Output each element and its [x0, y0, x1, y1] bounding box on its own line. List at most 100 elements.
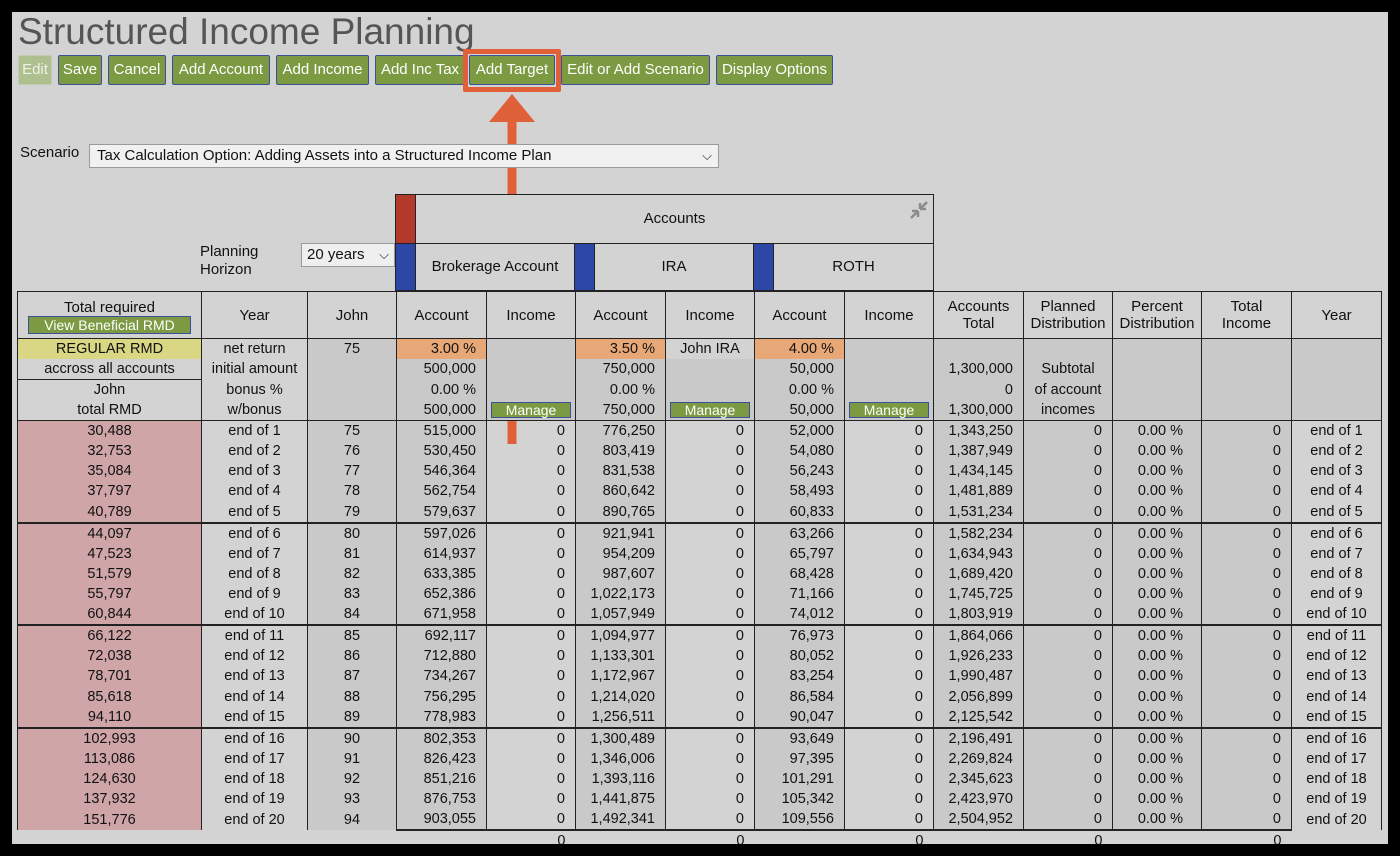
- percent-distribution-value[interactable]: 0.00 %: [1112, 748, 1202, 769]
- planned-distribution-header: Planned Distribution: [1023, 291, 1113, 339]
- john-age: 82: [307, 563, 397, 584]
- planned-distribution-value[interactable]: 0: [1023, 543, 1113, 564]
- totals-row: 0 0 0 0 0: [18, 829, 1382, 844]
- brokerage-income-value: 0: [486, 666, 576, 687]
- planned-distribution-value[interactable]: 0: [1023, 624, 1113, 647]
- planned-distribution-value[interactable]: 0: [1023, 748, 1113, 769]
- planned-distribution-value[interactable]: 0: [1023, 768, 1113, 790]
- collapse-icon[interactable]: [907, 198, 931, 222]
- ira-income-value: 0: [665, 666, 755, 687]
- planned-distribution-value[interactable]: 0: [1023, 481, 1113, 502]
- percent-distribution-value[interactable]: 0.00 %: [1112, 543, 1202, 564]
- percent-distribution-value[interactable]: 0.00 %: [1112, 686, 1202, 707]
- planning-horizon-select[interactable]: 20 years ⌵: [301, 243, 395, 267]
- add-income-button[interactable]: Add Income: [276, 55, 369, 85]
- brokerage-income-value: 0: [486, 583, 576, 605]
- percent-distribution-value[interactable]: 0.00 %: [1112, 521, 1202, 544]
- total-income-header: Total Income: [1201, 291, 1292, 339]
- rmd-value: 55,797: [17, 583, 202, 605]
- totals-spacer: [18, 830, 202, 844]
- percent-distribution-value[interactable]: 0.00 %: [1112, 809, 1202, 831]
- brokerage-income-value: 0: [486, 481, 576, 502]
- percent-distribution-value[interactable]: 0.00 %: [1112, 563, 1202, 584]
- param-cell: [933, 338, 1024, 359]
- planned-distribution-value[interactable]: 0: [1023, 420, 1113, 441]
- planned-distribution-value[interactable]: 0: [1023, 441, 1113, 462]
- year-right-label: end of 9: [1291, 583, 1382, 605]
- planned-distribution-value[interactable]: 0: [1023, 501, 1113, 523]
- percent-distribution-value[interactable]: 0.00 %: [1112, 726, 1202, 749]
- display-options-button[interactable]: Display Options: [716, 55, 833, 85]
- view-beneficial-rmd-button[interactable]: View Beneficial RMD: [28, 315, 191, 334]
- year-right-label: end of 10: [1291, 604, 1382, 626]
- edit-button[interactable]: Edit: [18, 55, 52, 85]
- roth-account-value: 68,428: [754, 563, 845, 584]
- percent-distribution-value[interactable]: 0.00 %: [1112, 501, 1202, 523]
- percent-distribution-value[interactable]: 0.00 %: [1112, 666, 1202, 687]
- planned-distribution-value[interactable]: 0: [1023, 666, 1113, 687]
- planning-horizon-label: Planning Horizon: [200, 243, 258, 279]
- percent-distribution-value[interactable]: 0.00 %: [1112, 461, 1202, 482]
- total-income-value: 0: [1201, 543, 1292, 564]
- planned-distribution-value[interactable]: 0: [1023, 646, 1113, 667]
- save-button[interactable]: Save: [58, 55, 102, 85]
- param-cell: [844, 379, 934, 400]
- john-age: 88: [307, 686, 397, 707]
- planned-distribution-value[interactable]: 0: [1023, 604, 1113, 626]
- table-row: 55,797 end of 9 83 652,386 0 1,022,173 0 71,166…: [17, 583, 1382, 605]
- planned-distribution-value[interactable]: 0: [1023, 789, 1113, 810]
- brokerage-income-value: 0: [486, 768, 576, 790]
- percent-distribution-value[interactable]: 0.00 %: [1112, 768, 1202, 790]
- john-age: 93: [307, 789, 397, 810]
- ira-manage-button[interactable]: Manage: [670, 402, 750, 419]
- cancel-button[interactable]: Cancel: [108, 55, 166, 85]
- brokerage-manage-button[interactable]: Manage: [491, 402, 571, 419]
- ira-rate-input[interactable]: 3.50 %: [575, 338, 666, 359]
- roth-account-value: 90,047: [754, 706, 845, 728]
- percent-distribution-value[interactable]: 0.00 %: [1112, 706, 1202, 728]
- param-cell: [1291, 359, 1382, 380]
- planned-distribution-value[interactable]: 0: [1023, 521, 1113, 544]
- roth-income-value: 0: [844, 646, 934, 667]
- john-age: 83: [307, 583, 397, 605]
- roth-manage-button[interactable]: Manage: [849, 402, 929, 419]
- add-account-button[interactable]: Add Account: [172, 55, 270, 85]
- year-right-label: end of 4: [1291, 481, 1382, 502]
- john-age: 81: [307, 543, 397, 564]
- param-label: w/bonus: [201, 400, 308, 421]
- percent-distribution-value[interactable]: 0.00 %: [1112, 789, 1202, 810]
- planned-distribution-value[interactable]: 0: [1023, 706, 1113, 728]
- account-header-ira[interactable]: IRA: [574, 243, 754, 291]
- account-header-brokerage[interactable]: Brokerage Account: [395, 243, 575, 291]
- planned-distribution-value[interactable]: 0: [1023, 583, 1113, 605]
- account-color-swatch: [396, 244, 416, 290]
- percent-distribution-value[interactable]: 0.00 %: [1112, 624, 1202, 647]
- account-header-roth[interactable]: ROTH: [753, 243, 934, 291]
- planned-distribution-value[interactable]: 0: [1023, 563, 1113, 584]
- ira-account-value: 921,941: [575, 521, 666, 544]
- percent-distribution-value[interactable]: 0.00 %: [1112, 646, 1202, 667]
- brokerage-rate-input[interactable]: 3.00 %: [396, 338, 487, 359]
- roth-account-value: 52,000: [754, 420, 845, 441]
- percent-distribution-value[interactable]: 0.00 %: [1112, 481, 1202, 502]
- roth-rate-input[interactable]: 4.00 %: [754, 338, 845, 359]
- totals-spacer: [396, 829, 487, 844]
- percent-distribution-value[interactable]: 0.00 %: [1112, 583, 1202, 605]
- planned-distribution-value[interactable]: 0: [1023, 461, 1113, 482]
- totals-spacer: [308, 830, 397, 844]
- percent-distribution-value[interactable]: 0.00 %: [1112, 604, 1202, 626]
- year-label: end of 5: [201, 501, 308, 523]
- brokerage-account-value: 712,880: [396, 646, 487, 667]
- scenario-select[interactable]: Tax Calculation Option: Adding Assets in…: [89, 144, 719, 168]
- add-inc-tax-button[interactable]: Add Inc Tax: [375, 55, 465, 85]
- rmd-value: 124,630: [17, 768, 202, 790]
- percent-distribution-value[interactable]: 0.00 %: [1112, 441, 1202, 462]
- planned-distribution-value[interactable]: 0: [1023, 809, 1113, 831]
- planned-distribution-value[interactable]: 0: [1023, 726, 1113, 749]
- accounts-total-value: 1,481,889: [933, 481, 1024, 502]
- percent-distribution-value[interactable]: 0.00 %: [1112, 420, 1202, 441]
- edit-or-add-scenario-button[interactable]: Edit or Add Scenario: [561, 55, 710, 85]
- roth-account-value: 101,291: [754, 768, 845, 790]
- planned-distribution-value[interactable]: 0: [1023, 686, 1113, 707]
- planned-note: of account: [1023, 379, 1113, 400]
